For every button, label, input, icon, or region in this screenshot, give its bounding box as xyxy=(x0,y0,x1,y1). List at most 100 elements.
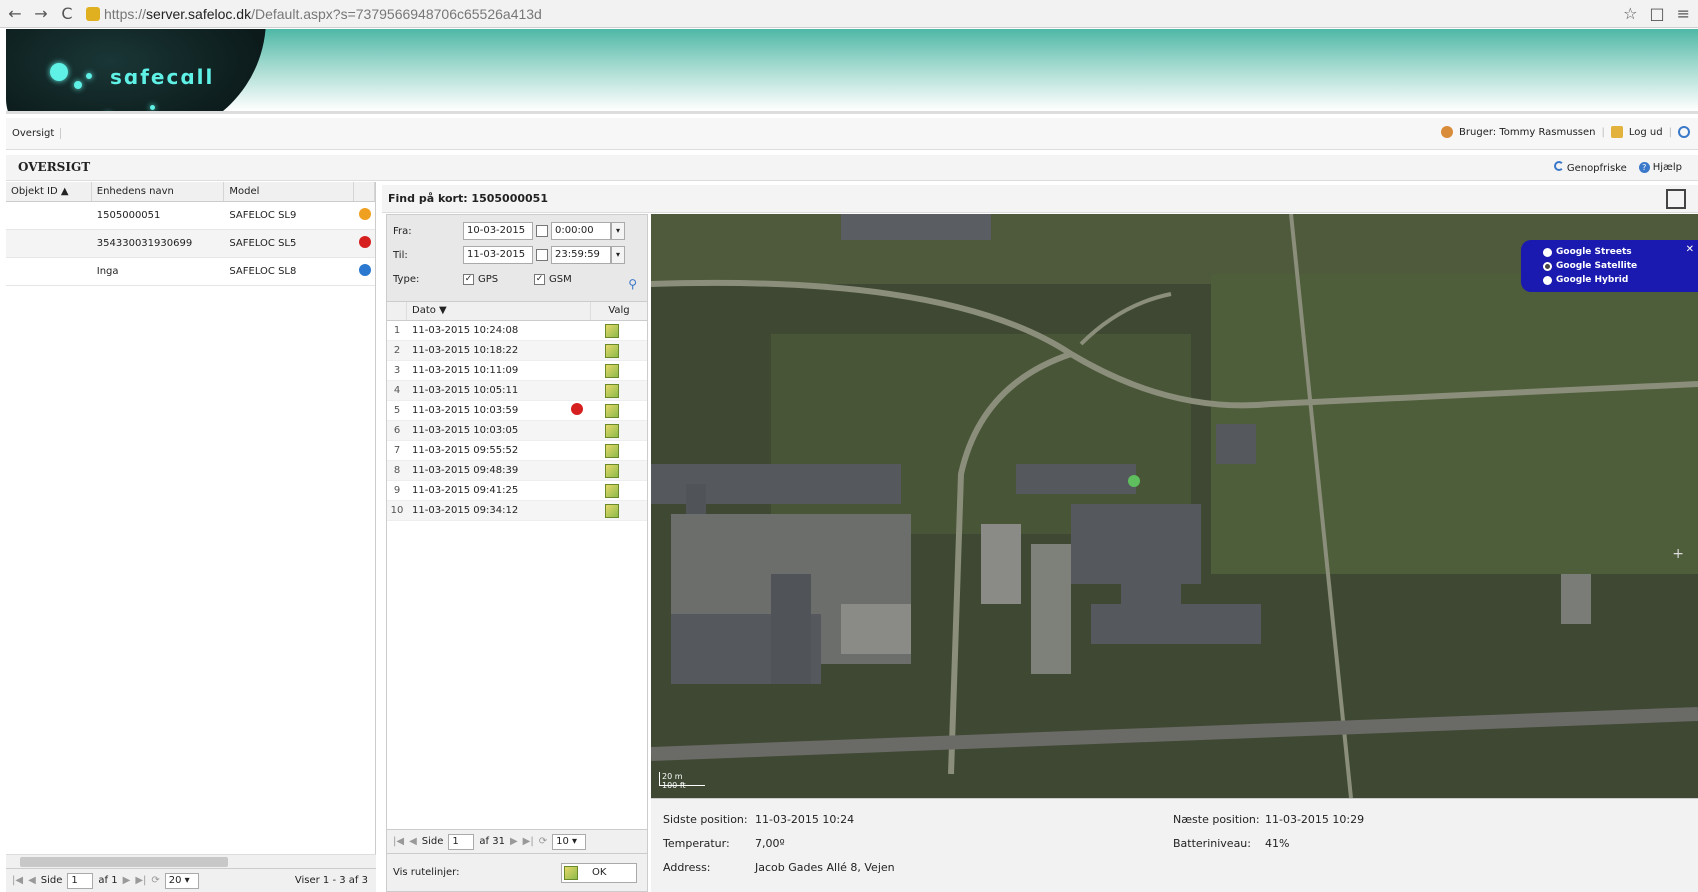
forward-button[interactable]: → xyxy=(30,3,52,25)
column-model[interactable]: Model xyxy=(224,182,355,201)
find-title: Find på kort: 1505000051 xyxy=(388,192,548,205)
show-on-map-icon[interactable] xyxy=(605,363,619,378)
logout-link[interactable]: Log ud xyxy=(1629,127,1663,138)
page-label: Side xyxy=(40,875,63,886)
layer-option-streets[interactable]: Google Streets xyxy=(1543,245,1698,259)
to-date-input[interactable]: 11-03-2015 xyxy=(463,246,533,264)
gps-checkbox[interactable]: ✓ xyxy=(463,273,474,285)
satellite-map[interactable]: ✕ Google Streets Google Satellite Google… xyxy=(651,214,1698,798)
play-status-icon[interactable] xyxy=(359,264,371,276)
show-on-map-icon[interactable] xyxy=(605,483,619,498)
next-page-button[interactable]: ▶ xyxy=(510,836,518,847)
from-time-input[interactable]: 0:00:00 xyxy=(551,222,611,240)
column-date[interactable]: Dato ▼ xyxy=(407,302,591,320)
page-count: af 1 xyxy=(98,875,118,886)
layer-option-satellite[interactable]: Google Satellite xyxy=(1543,259,1698,273)
radio-icon[interactable] xyxy=(1543,275,1552,285)
current-position-icon xyxy=(571,403,583,415)
radio-icon[interactable] xyxy=(1543,261,1552,271)
search-icon[interactable]: ⚲ xyxy=(628,277,637,291)
calendar-icon[interactable] xyxy=(536,225,548,237)
table-row[interactable]: 1505000051 SAFELOC SL9 xyxy=(6,202,375,230)
close-icon[interactable]: ✕ xyxy=(1686,244,1694,255)
row-number: 7 xyxy=(393,445,401,456)
next-page-button[interactable]: ▶ xyxy=(123,875,131,886)
show-on-map-icon[interactable] xyxy=(605,503,619,518)
temperature-value: 7,00º xyxy=(755,837,785,850)
layer-switcher[interactable]: ✕ Google Streets Google Satellite Google… xyxy=(1521,240,1698,292)
last-page-button[interactable]: ▶| xyxy=(523,836,534,847)
logo-text: sɑfecɑll xyxy=(110,65,215,89)
first-page-button[interactable]: |◀ xyxy=(12,875,23,886)
bookmark-star-icon[interactable]: ☆ xyxy=(1623,4,1637,23)
page-label: Side xyxy=(421,836,444,847)
to-time-dropdown[interactable]: ▾ xyxy=(611,246,625,264)
user-icon xyxy=(1441,126,1454,138)
show-on-map-icon[interactable] xyxy=(605,323,619,338)
table-row[interactable]: 6 11-03-2015 10:03:05 xyxy=(387,421,647,441)
column-device-name[interactable]: Enhedens navn xyxy=(92,182,225,201)
refresh-grid-icon[interactable]: ⟳ xyxy=(151,875,159,886)
refresh-button[interactable]: Genopfriske xyxy=(1553,161,1627,174)
zoom-in-button[interactable]: + xyxy=(1672,546,1684,562)
horizontal-scrollbar[interactable] xyxy=(6,854,376,868)
column-object-id[interactable]: Objekt ID ▲ xyxy=(6,182,92,201)
window-icon[interactable]: □ xyxy=(1649,4,1664,23)
from-date-input[interactable]: 10-03-2015 xyxy=(463,222,533,240)
alarm-status-icon[interactable] xyxy=(359,208,371,220)
device-name: 1505000051 xyxy=(96,210,161,221)
show-on-map-icon[interactable] xyxy=(605,423,619,438)
find-on-map-header: Find på kort: 1505000051 xyxy=(382,185,1698,213)
show-on-map-icon[interactable] xyxy=(605,463,619,478)
first-page-button[interactable]: |◀ xyxy=(393,836,404,847)
page-size-select[interactable]: 20 ▾ xyxy=(164,872,199,889)
position-date: 11-03-2015 10:24:08 xyxy=(412,325,519,336)
show-on-map-icon[interactable] xyxy=(605,343,619,358)
page-input[interactable]: 1 xyxy=(67,872,94,889)
show-on-map-icon[interactable] xyxy=(605,443,619,458)
refresh-grid-icon[interactable]: ⟳ xyxy=(539,836,547,847)
radio-icon[interactable] xyxy=(1543,247,1552,257)
table-row[interactable]: Inga SAFELOC SL8 xyxy=(6,258,375,286)
show-on-map-icon[interactable] xyxy=(605,383,619,398)
layer-option-hybrid[interactable]: Google Hybrid xyxy=(1543,273,1698,287)
scrollbar-thumb[interactable] xyxy=(20,857,228,867)
table-row[interactable]: 10 11-03-2015 09:34:12 xyxy=(387,501,647,521)
location-marker[interactable] xyxy=(1128,475,1140,487)
table-row[interactable]: 1 11-03-2015 10:24:08 xyxy=(387,321,647,341)
table-row[interactable]: 3 11-03-2015 10:11:09 xyxy=(387,361,647,381)
show-on-map-icon[interactable] xyxy=(605,403,619,418)
gsm-checkbox[interactable]: ✓ xyxy=(534,273,545,285)
page-input[interactable]: 1 xyxy=(448,833,475,850)
prev-page-button[interactable]: ◀ xyxy=(409,836,417,847)
position-pager: |◀ ◀ Side 1 af 31 ▶ ▶| ⟳ 10 ▾ xyxy=(387,829,647,853)
expand-icon[interactable] xyxy=(1666,189,1686,209)
table-row[interactable]: 7 11-03-2015 09:55:52 xyxy=(387,441,647,461)
nav-overview-link[interactable]: Oversigt xyxy=(6,128,62,139)
table-row[interactable]: 354330031930699 SAFELOC SL5 xyxy=(6,230,375,258)
last-page-button[interactable]: ▶| xyxy=(135,875,146,886)
page-size-select[interactable]: 10 ▾ xyxy=(552,833,587,850)
menu-icon[interactable]: ≡ xyxy=(1677,4,1690,23)
calendar-icon[interactable] xyxy=(536,249,548,261)
table-row[interactable]: 4 11-03-2015 10:05:11 xyxy=(387,381,647,401)
stop-status-icon[interactable] xyxy=(359,236,371,248)
position-grid-header: Dato ▼ Valg xyxy=(387,301,647,321)
address-bar[interactable]: https:// server.safeloc.dk /Default.aspx… xyxy=(86,6,542,22)
logout-icon[interactable] xyxy=(1610,126,1623,138)
prev-page-button[interactable]: ◀ xyxy=(28,875,36,886)
reload-button[interactable]: C xyxy=(56,3,78,25)
from-time-dropdown[interactable]: ▾ xyxy=(611,222,625,240)
help-button[interactable]: ? Hjælp xyxy=(1638,162,1682,173)
back-button[interactable]: ← xyxy=(4,3,26,25)
table-row[interactable]: 9 11-03-2015 09:41:25 xyxy=(387,481,647,501)
route-ok-button[interactable]: OK xyxy=(561,862,637,883)
power-icon[interactable] xyxy=(1678,126,1690,138)
url-host: server.safeloc.dk xyxy=(146,5,252,22)
table-row[interactable]: 8 11-03-2015 09:48:39 xyxy=(387,461,647,481)
table-row[interactable]: 2 11-03-2015 10:18:22 xyxy=(387,341,647,361)
table-row[interactable]: 5 11-03-2015 10:03:59 xyxy=(387,401,647,421)
to-time-input[interactable]: 23:59:59 xyxy=(551,246,611,264)
map-scale: 20 m 100 ft xyxy=(659,772,705,790)
device-model: SAFELOC SL9 xyxy=(229,210,297,221)
